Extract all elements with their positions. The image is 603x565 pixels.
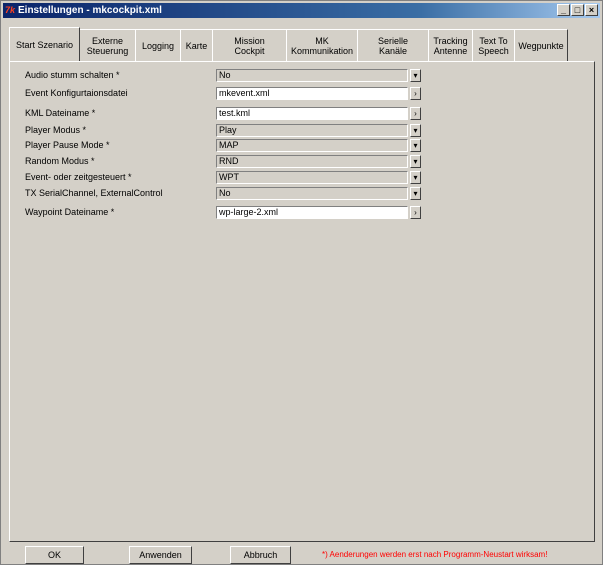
ok-button[interactable]: OK (25, 546, 84, 564)
bottom-bar: OK Anwenden Abbruch *) Aenderungen werde… (1, 544, 603, 565)
settings-window: 7k Einstellungen - mkcockpit.xml _ □ × S… (0, 0, 603, 565)
window-controls: _ □ × (556, 4, 598, 17)
dropdown-arrow-icon[interactable]: ▾ (410, 187, 421, 200)
cancel-button[interactable]: Abbruch (230, 546, 291, 564)
setting-label: Event- oder zeitgesteuert * (25, 172, 132, 182)
setting-label: TX SerialChannel, ExternalControl (25, 188, 163, 198)
setting-row-event-config: Event Konfigurtaionsdatei mkevent.xml › (25, 87, 435, 100)
tab-wegpunkte[interactable]: Wegpunkte (514, 29, 568, 61)
browse-arrow-icon[interactable]: › (410, 107, 421, 120)
dropdown-arrow-icon[interactable]: ▾ (410, 139, 421, 152)
setting-label: Audio stumm schalten * (25, 70, 120, 80)
setting-label: Player Modus * (25, 125, 87, 135)
close-icon[interactable]: × (585, 4, 598, 16)
setting-row-waypoint: Waypoint Dateiname * wp-large-2.xml › (25, 206, 435, 219)
browse-arrow-icon[interactable]: › (410, 87, 421, 100)
dropdown-arrow-icon[interactable]: ▾ (410, 69, 421, 82)
event-time-select[interactable]: WPT (216, 171, 408, 184)
tab-logging[interactable]: Logging (135, 29, 181, 61)
tx-serial-select[interactable]: No (216, 187, 408, 200)
tab-serielle-kanaele[interactable]: Serielle Kanäle (357, 29, 429, 61)
window-title: Einstellungen - mkcockpit.xml (18, 5, 162, 16)
minimize-icon[interactable]: _ (557, 4, 570, 16)
setting-row-player-mode: Player Modus * Play ▾ (25, 124, 435, 137)
event-config-input[interactable]: mkevent.xml (216, 87, 408, 100)
setting-row-player-pause: Player Pause Mode * MAP ▾ (25, 139, 435, 152)
restart-note: *) Aenderungen werden erst nach Programm… (322, 550, 548, 559)
tab-externe-steuerung[interactable]: Externe Steuerung (79, 29, 136, 61)
apply-button[interactable]: Anwenden (129, 546, 192, 564)
settings-panel: Audio stumm schalten * No ▾ Event Konfig… (9, 61, 595, 542)
setting-row-random: Random Modus * RND ▾ (25, 155, 435, 168)
tab-tracking-antenne[interactable]: Tracking Antenne (428, 29, 473, 61)
dropdown-arrow-icon[interactable]: ▾ (410, 155, 421, 168)
setting-label: Waypoint Dateiname * (25, 207, 115, 217)
setting-label: Event Konfigurtaionsdatei (25, 88, 128, 98)
random-mode-select[interactable]: RND (216, 155, 408, 168)
audio-mute-select[interactable]: No (216, 69, 408, 82)
tab-mk-kommunikation[interactable]: MK Kommunikation (286, 29, 358, 61)
setting-row-kml: KML Dateiname * test.kml › (25, 107, 435, 120)
player-pause-select[interactable]: MAP (216, 139, 408, 152)
setting-row-tx-serial: TX SerialChannel, ExternalControl No ▾ (25, 187, 435, 200)
setting-row-audio: Audio stumm schalten * No ▾ (25, 69, 435, 82)
app-logo-icon: 7k (5, 5, 16, 15)
dropdown-arrow-icon[interactable]: ▾ (410, 171, 421, 184)
kml-file-input[interactable]: test.kml (216, 107, 408, 120)
maximize-icon[interactable]: □ (571, 4, 584, 16)
title-bar[interactable]: 7k Einstellungen - mkcockpit.xml _ □ × (3, 3, 600, 18)
waypoint-file-input[interactable]: wp-large-2.xml (216, 206, 408, 219)
setting-label: Player Pause Mode * (25, 140, 110, 150)
browse-arrow-icon[interactable]: › (410, 206, 421, 219)
tab-start-szenario[interactable]: Start Szenario (9, 27, 80, 61)
setting-row-event-time: Event- oder zeitgesteuert * WPT ▾ (25, 171, 435, 184)
tab-karte[interactable]: Karte (180, 29, 213, 61)
tab-text-to-speech[interactable]: Text To Speech (472, 29, 515, 61)
setting-label: KML Dateiname * (25, 108, 96, 118)
tab-mission-cockpit[interactable]: Mission Cockpit (212, 29, 287, 61)
player-mode-select[interactable]: Play (216, 124, 408, 137)
tab-strip: Start Szenario Externe Steuerung Logging… (9, 27, 568, 61)
dropdown-arrow-icon[interactable]: ▾ (410, 124, 421, 137)
setting-label: Random Modus * (25, 156, 95, 166)
